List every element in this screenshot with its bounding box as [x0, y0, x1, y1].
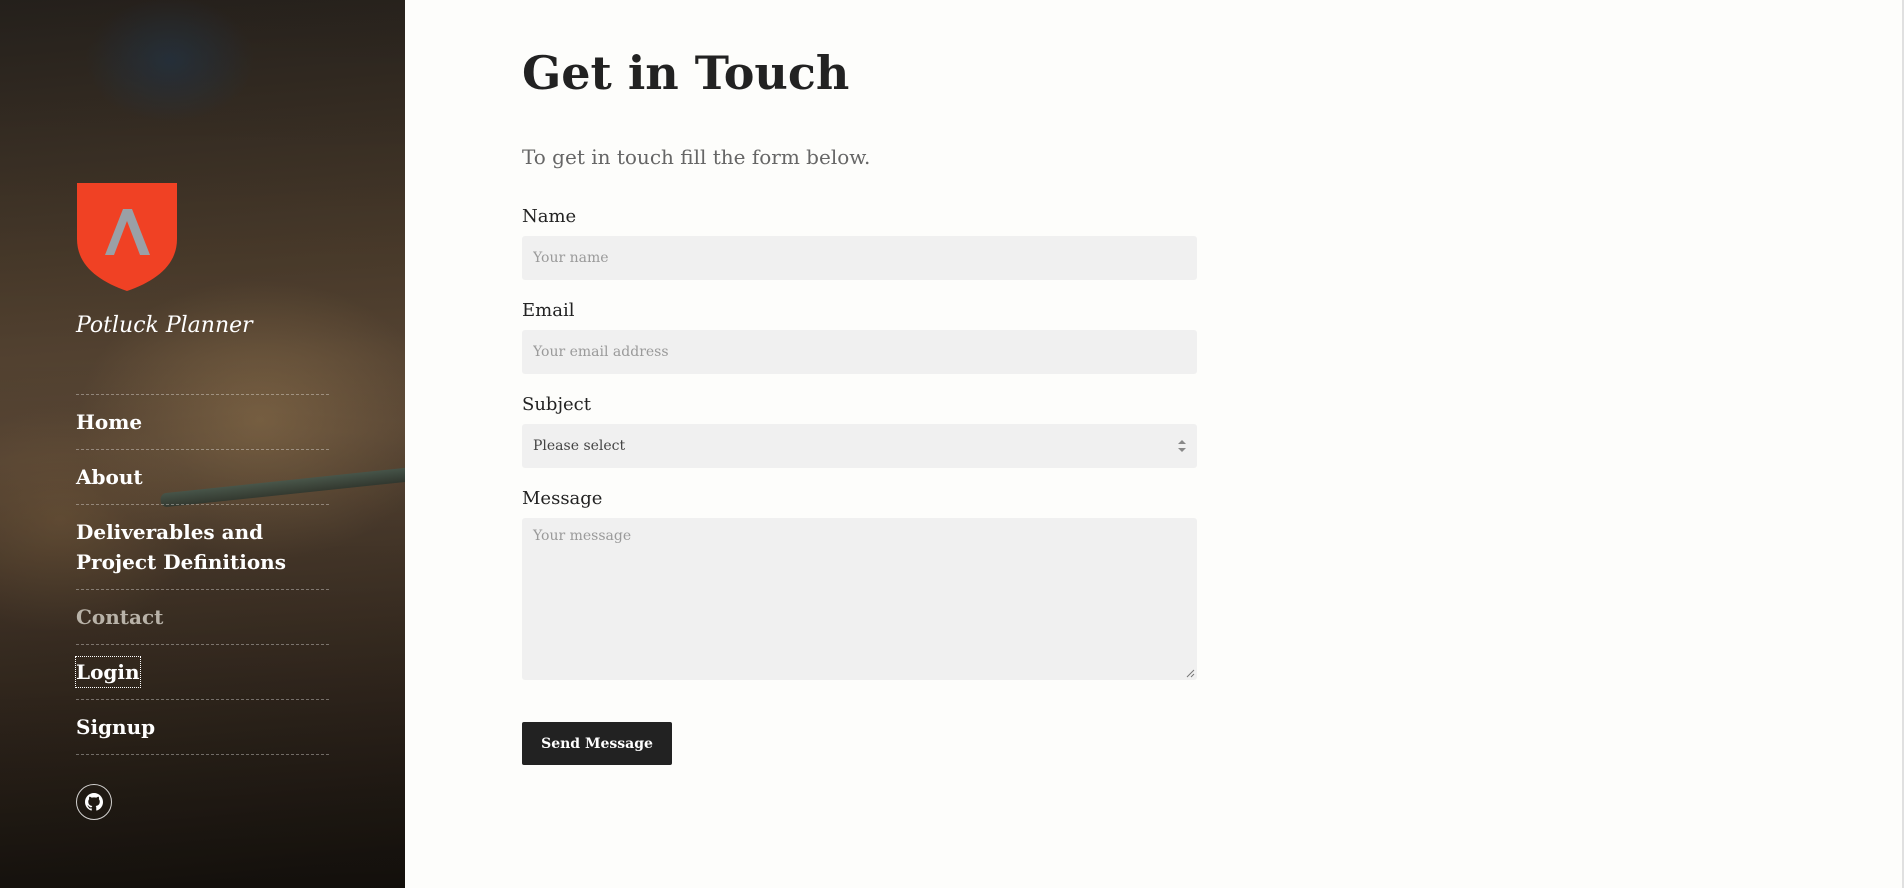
- nav-item-login: Login: [75, 645, 329, 700]
- contact-form: Name Email Subject Please select Message: [522, 206, 1202, 765]
- nav-item-about: About: [76, 450, 329, 505]
- logo-shield-icon[interactable]: [76, 183, 178, 291]
- message-field-group: Message: [522, 488, 1202, 680]
- github-icon: [85, 793, 103, 811]
- email-input[interactable]: [522, 330, 1197, 374]
- subject-field-group: Subject Please select: [522, 394, 1202, 468]
- nav-link-login[interactable]: Login: [75, 656, 141, 688]
- resize-handle-icon[interactable]: [1185, 668, 1195, 678]
- intro-text: To get in touch fill the form below.: [522, 145, 871, 169]
- sidebar: Potluck Planner Home About Deliverables …: [0, 0, 405, 888]
- nav-item-contact: Contact: [76, 590, 329, 645]
- nav-link-signup[interactable]: Signup: [76, 712, 155, 742]
- name-input[interactable]: [522, 236, 1197, 280]
- nav-link-deliverables[interactable]: Deliverables and Project Definitions: [76, 517, 329, 577]
- email-field-group: Email: [522, 300, 1202, 374]
- nav-link-about[interactable]: About: [76, 462, 143, 492]
- nav-item-deliverables: Deliverables and Project Definitions: [76, 505, 329, 590]
- message-textarea[interactable]: [522, 518, 1197, 680]
- subject-label: Subject: [522, 394, 591, 415]
- nav-link-contact[interactable]: Contact: [76, 602, 163, 632]
- github-link[interactable]: [76, 784, 112, 820]
- message-label: Message: [522, 488, 603, 509]
- subject-select[interactable]: Please select: [522, 424, 1197, 468]
- name-label: Name: [522, 206, 577, 227]
- select-arrows-icon: [1178, 440, 1186, 452]
- main-nav: Home About Deliverables and Project Defi…: [75, 394, 329, 755]
- email-label: Email: [522, 300, 575, 321]
- subject-select-value: Please select: [533, 438, 626, 454]
- site-title[interactable]: Potluck Planner: [76, 313, 253, 338]
- page-title: Get in Touch: [522, 46, 850, 100]
- message-wrapper: [522, 518, 1197, 680]
- name-field-group: Name: [522, 206, 1202, 280]
- nav-link-home[interactable]: Home: [76, 407, 142, 437]
- nav-item-signup: Signup: [76, 700, 329, 755]
- main-content: Get in Touch To get in touch fill the fo…: [522, 0, 1202, 765]
- nav-item-home: Home: [76, 395, 329, 450]
- send-message-button[interactable]: Send Message: [522, 722, 672, 765]
